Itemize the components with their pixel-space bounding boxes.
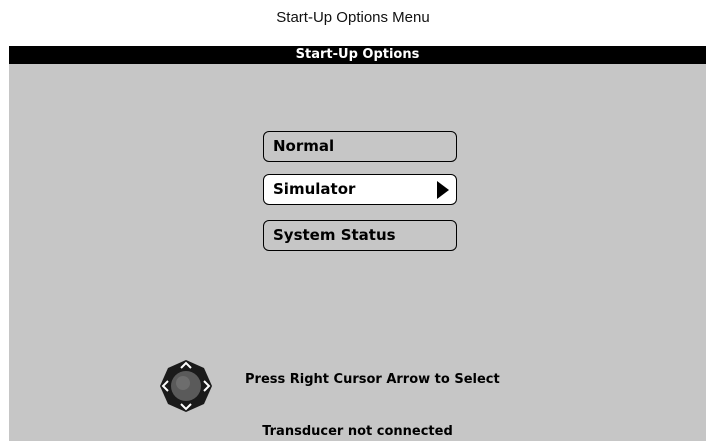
right-arrow-icon (437, 181, 449, 199)
four-way-cursor-pad-icon (160, 360, 212, 412)
menu-item-normal[interactable]: Normal (263, 131, 457, 162)
menu-item-label: System Status (273, 226, 396, 244)
menu-item-label: Simulator (273, 180, 356, 198)
device-screen: Start-Up Options Normal Simulator System… (9, 46, 706, 441)
menu-item-system-status[interactable]: System Status (263, 220, 457, 251)
menu-item-simulator[interactable]: Simulator (263, 174, 457, 205)
menu-item-label: Normal (273, 137, 335, 155)
instruction-text: Press Right Cursor Arrow to Select (245, 372, 500, 387)
status-message: Transducer not connected (262, 424, 453, 439)
figure-caption: Start-Up Options Menu (276, 9, 430, 26)
screen-title: Start-Up Options (9, 46, 706, 64)
